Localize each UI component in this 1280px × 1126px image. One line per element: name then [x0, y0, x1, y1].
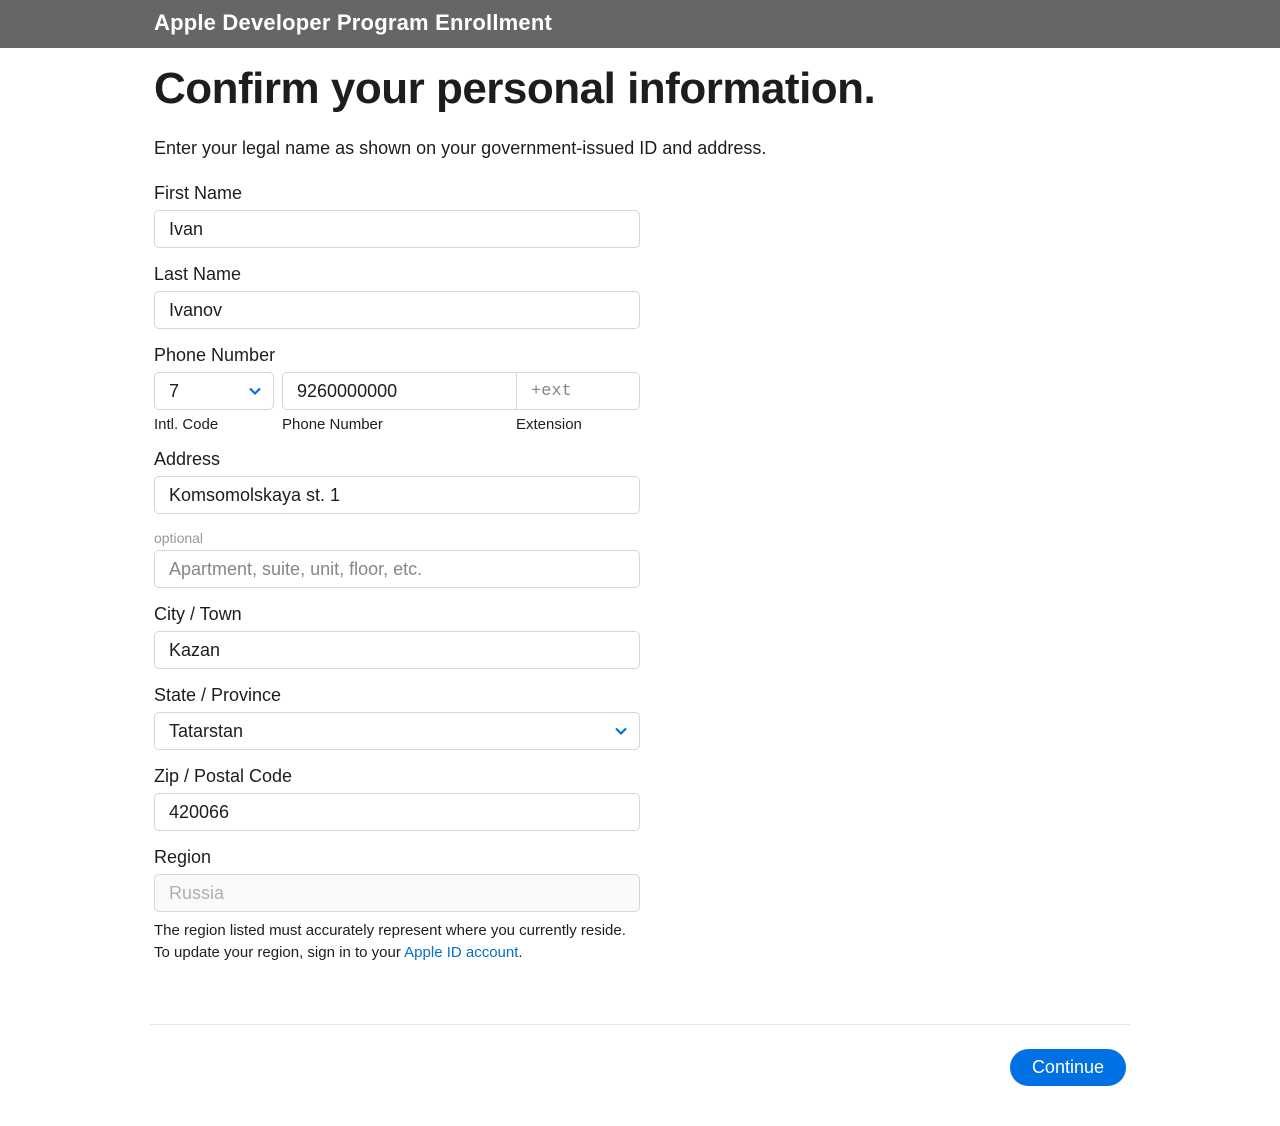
field-address2: optional	[154, 530, 640, 588]
phone-label: Phone Number	[154, 345, 640, 366]
region-helper-text: The region listed must accurately repres…	[154, 920, 640, 964]
address-label: Address	[154, 449, 640, 470]
field-zip: Zip / Postal Code	[154, 766, 640, 831]
region-input	[154, 874, 640, 912]
phone-ext-input[interactable]	[516, 372, 640, 410]
footer: Continue	[150, 1024, 1130, 1126]
zip-input[interactable]	[154, 793, 640, 831]
first-name-input[interactable]	[154, 210, 640, 248]
address-input[interactable]	[154, 476, 640, 514]
apple-id-account-link[interactable]: Apple ID account	[404, 944, 518, 961]
page-description: Enter your legal name as shown on your g…	[154, 136, 1130, 161]
field-first-name: First Name	[154, 183, 640, 248]
phone-number-input[interactable]	[282, 372, 516, 410]
address2-input[interactable]	[154, 550, 640, 588]
field-phone: Phone Number 7 Intl. Code	[154, 345, 640, 433]
field-state: State / Province Tatarstan	[154, 685, 640, 750]
region-helper-post: .	[518, 944, 522, 961]
last-name-input[interactable]	[154, 291, 640, 329]
first-name-label: First Name	[154, 183, 640, 204]
form: First Name Last Name Phone Number 7	[154, 183, 640, 964]
field-address: Address	[154, 449, 640, 514]
region-label: Region	[154, 847, 640, 868]
field-region: Region The region listed must accurately…	[154, 847, 640, 964]
field-last-name: Last Name	[154, 264, 640, 329]
city-input[interactable]	[154, 631, 640, 669]
state-label: State / Province	[154, 685, 640, 706]
region-helper-pre: The region listed must accurately repres…	[154, 922, 626, 961]
zip-label: Zip / Postal Code	[154, 766, 640, 787]
header-bar: Apple Developer Program Enrollment	[0, 0, 1280, 48]
page-title: Confirm your personal information.	[154, 64, 1130, 114]
continue-button[interactable]: Continue	[1010, 1049, 1126, 1086]
extension-sublabel: Extension	[516, 416, 640, 433]
address2-optional-label: optional	[154, 530, 640, 546]
last-name-label: Last Name	[154, 264, 640, 285]
city-label: City / Town	[154, 604, 640, 625]
phone-number-sublabel: Phone Number	[282, 416, 516, 433]
field-city: City / Town	[154, 604, 640, 669]
state-select[interactable]: Tatarstan	[154, 712, 640, 750]
header-title: Apple Developer Program Enrollment	[150, 10, 1130, 36]
intl-code-sublabel: Intl. Code	[154, 416, 282, 433]
intl-code-select[interactable]: 7	[154, 372, 274, 410]
